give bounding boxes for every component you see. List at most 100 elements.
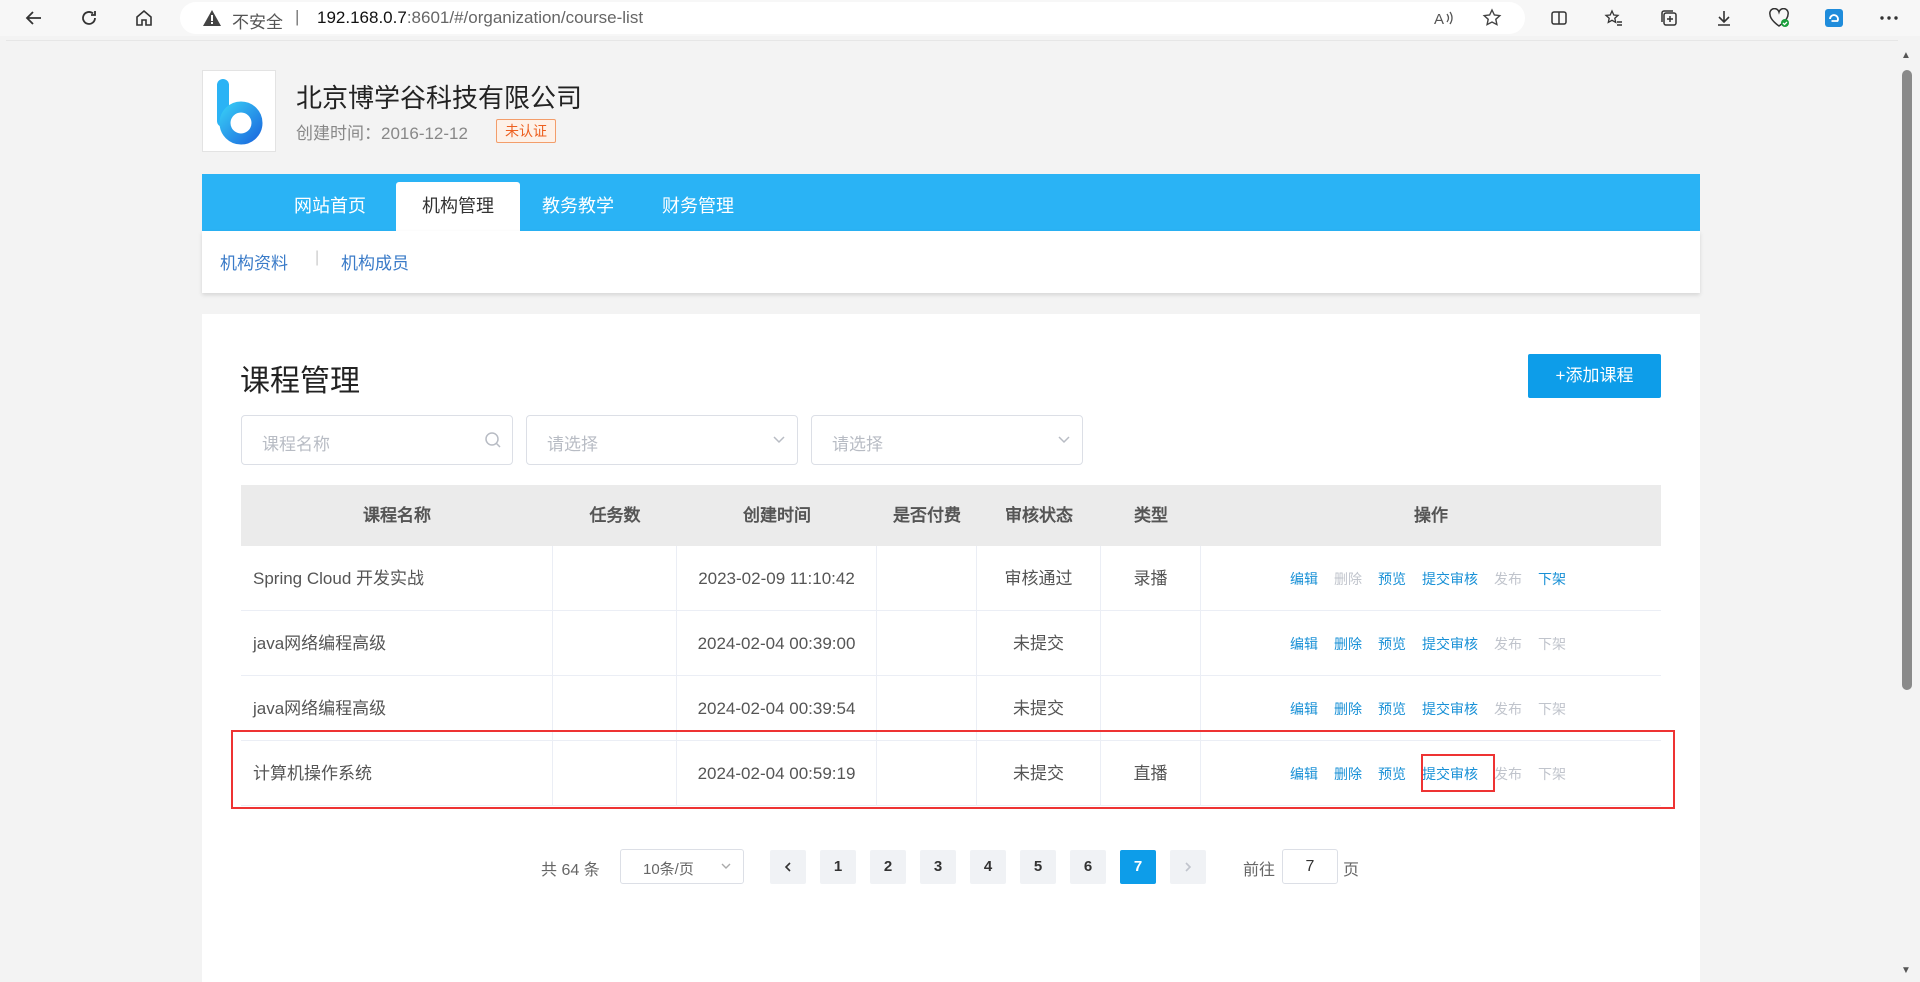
- warning-icon: [203, 10, 221, 26]
- pagination-total: 共 64 条: [541, 862, 600, 879]
- cell-task-count: [553, 611, 677, 676]
- read-aloud-icon[interactable]: A: [1432, 6, 1456, 30]
- page-size-select[interactable]: 10条/页: [620, 849, 744, 884]
- table-header: 课程名称 任务数 创建时间 是否付费 审核状态 类型 操作: [241, 485, 1661, 546]
- cell-type: 录播: [1101, 546, 1201, 611]
- browser-toolbar: 不安全 | 192.168.0.7:8601/#/organization/co…: [0, 0, 1920, 36]
- cell-status: 未提交: [977, 611, 1101, 676]
- page-button-3[interactable]: 3: [920, 850, 956, 884]
- goto-page-input[interactable]: 7: [1282, 849, 1338, 884]
- nav-tab-org-management[interactable]: 机构管理: [396, 182, 520, 231]
- cell-actions: 编辑 删除 预览 提交审核 发布 下架: [1290, 611, 1582, 676]
- filter-select-1[interactable]: 请选择: [526, 415, 798, 465]
- table-row: Spring Cloud 开发实战 2023-02-09 11:10:42 审核…: [241, 546, 1661, 611]
- home-icon[interactable]: [130, 4, 158, 32]
- submit-review-link[interactable]: 提交审核: [1422, 634, 1478, 654]
- delete-link[interactable]: 删除: [1334, 699, 1362, 719]
- column-header-task-count: 任务数: [589, 506, 641, 525]
- cell-created: 2023-02-09 11:10:42: [677, 546, 877, 611]
- url-text: 192.168.0.7:8601/#/organization/course-l…: [317, 8, 643, 28]
- preview-link[interactable]: 预览: [1378, 569, 1406, 589]
- prev-page-button[interactable]: [770, 850, 806, 884]
- preview-link[interactable]: 预览: [1378, 634, 1406, 654]
- unpublish-link: 下架: [1538, 635, 1566, 652]
- main-nav: 网站首页 机构管理 教务教学 财务管理: [202, 174, 1700, 231]
- sub-nav: 机构资料 | 机构成员: [202, 231, 1700, 293]
- edit-link[interactable]: 编辑: [1290, 634, 1318, 654]
- more-icon[interactable]: [1875, 4, 1903, 32]
- org-name: 北京博学谷科技有限公司: [296, 83, 583, 113]
- page-button-6[interactable]: 6: [1070, 850, 1106, 884]
- edit-link[interactable]: 编辑: [1290, 569, 1318, 589]
- cell-type: [1101, 611, 1201, 676]
- chevron-down-icon: [1058, 436, 1070, 444]
- column-header-actions: 操作: [1414, 506, 1448, 525]
- delete-link[interactable]: 删除: [1334, 634, 1362, 654]
- sub-nav-divider: |: [315, 249, 320, 266]
- cell-task-count: [553, 546, 677, 611]
- nav-tab-teaching[interactable]: 教务教学: [518, 182, 638, 231]
- column-header-created: 创建时间: [743, 506, 811, 525]
- cell-status: 审核通过: [977, 546, 1101, 611]
- sub-nav-org-members[interactable]: 机构成员: [341, 249, 409, 274]
- chevron-left-icon: [784, 862, 791, 872]
- add-course-button[interactable]: +添加课程: [1528, 354, 1661, 398]
- chevron-right-icon: [1185, 862, 1192, 872]
- publish-link: 发布: [1494, 570, 1522, 587]
- column-header-type: 类型: [1134, 506, 1168, 525]
- submit-review-link[interactable]: 提交审核: [1422, 699, 1478, 719]
- cell-paid: [877, 611, 977, 676]
- goto-page-suffix: 页: [1343, 862, 1360, 879]
- back-icon[interactable]: [20, 4, 48, 32]
- scroll-up-arrow-icon[interactable]: ▲: [1901, 50, 1911, 61]
- select-2-placeholder: 请选择: [832, 435, 883, 454]
- search-icon: [485, 432, 501, 448]
- unpublish-link[interactable]: 下架: [1538, 569, 1566, 589]
- nav-tab-finance[interactable]: 财务管理: [638, 182, 758, 231]
- refresh-icon[interactable]: [75, 4, 103, 32]
- column-header-paid: 是否付费: [893, 506, 961, 525]
- org-logo-icon: [217, 79, 263, 145]
- page-button-1[interactable]: 1: [820, 850, 856, 884]
- next-page-button: [1170, 850, 1206, 884]
- page-button-7[interactable]: 7: [1120, 850, 1156, 884]
- table-row: java网络编程高级 2024-02-04 00:39:00 未提交 编辑 删除…: [241, 611, 1661, 676]
- page-title: 课程管理: [240, 365, 360, 398]
- org-created-date: 创建时间：2016-12-12: [296, 124, 468, 143]
- course-name-search-input[interactable]: 课程名称: [241, 415, 513, 465]
- favorite-star-icon[interactable]: [1480, 6, 1504, 30]
- browser-essentials-icon[interactable]: [1765, 4, 1793, 32]
- preview-link[interactable]: 预览: [1378, 699, 1406, 719]
- nav-tab-home[interactable]: 网站首页: [278, 182, 382, 231]
- edge-icon[interactable]: [1820, 4, 1848, 32]
- cell-created: 2024-02-04 00:39:00: [677, 611, 877, 676]
- page-button-5[interactable]: 5: [1020, 850, 1056, 884]
- cell-paid: [877, 546, 977, 611]
- goto-label: 前往: [1243, 862, 1276, 879]
- page-size-value: 10条/页: [643, 861, 694, 878]
- edit-link[interactable]: 编辑: [1290, 699, 1318, 719]
- chevron-down-icon: [721, 863, 731, 869]
- cell-course-name: java网络编程高级: [241, 611, 553, 676]
- download-icon[interactable]: [1710, 4, 1738, 32]
- cell-course-name: Spring Cloud 开发实战: [241, 546, 553, 611]
- page-button-2[interactable]: 2: [870, 850, 906, 884]
- split-screen-icon[interactable]: [1545, 4, 1573, 32]
- page-button-4[interactable]: 4: [970, 850, 1006, 884]
- submit-review-highlight-box: [1421, 754, 1495, 792]
- url-path: :8601/#/organization/course-list: [406, 8, 644, 27]
- course-name-placeholder: 课程名称: [262, 435, 330, 454]
- filter-select-2[interactable]: 请选择: [811, 415, 1083, 465]
- favorites-icon[interactable]: [1600, 4, 1628, 32]
- column-header-status: 审核状态: [1005, 506, 1073, 525]
- scroll-down-arrow-icon[interactable]: ▼: [1901, 965, 1911, 976]
- collections-icon[interactable]: [1655, 4, 1683, 32]
- select-1-placeholder: 请选择: [547, 435, 598, 454]
- address-bar[interactable]: 不安全 | 192.168.0.7:8601/#/organization/co…: [180, 2, 1525, 34]
- submit-review-link[interactable]: 提交审核: [1422, 569, 1478, 589]
- sub-nav-org-profile[interactable]: 机构资料: [220, 249, 288, 274]
- scrollbar-thumb[interactable]: [1902, 70, 1912, 690]
- publish-link: 发布: [1494, 700, 1522, 717]
- address-separator: |: [295, 7, 300, 26]
- column-header-course-name: 课程名称: [363, 506, 431, 525]
